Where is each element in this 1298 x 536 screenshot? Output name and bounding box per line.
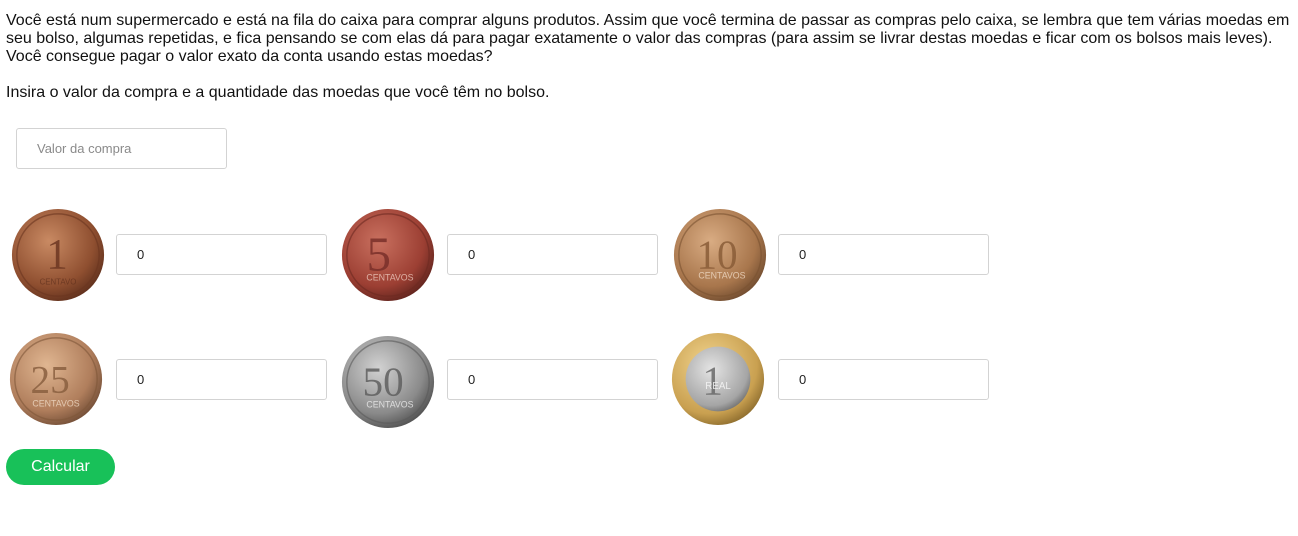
coin-5-centavos-icon: 5 CENTAVOS xyxy=(341,208,435,302)
coin-1-real-icon: 1 REAL xyxy=(671,332,765,426)
calcular-button[interactable]: Calcular xyxy=(6,449,115,485)
svg-text:CENTAVOS: CENTAVOS xyxy=(32,398,79,408)
qty-5-centavos-input[interactable] xyxy=(447,234,658,275)
qty-50-centavos-input[interactable] xyxy=(447,359,658,400)
coin-25-centavos-icon: 25 CENTAVOS xyxy=(9,332,103,426)
svg-text:CENTAVOS: CENTAVOS xyxy=(698,271,745,281)
problem-description: Você está num supermercado e está na fil… xyxy=(6,12,1290,65)
svg-text:CENTAVO: CENTAVO xyxy=(40,277,77,286)
svg-text:CENTAVOS: CENTAVOS xyxy=(366,272,413,282)
svg-text:CENTAVOS: CENTAVOS xyxy=(366,399,413,409)
svg-text:25: 25 xyxy=(31,359,70,402)
svg-text:1: 1 xyxy=(46,232,68,279)
qty-1-centavo-input[interactable] xyxy=(116,234,327,275)
coin-1-centavo-icon: 1 CENTAVO xyxy=(11,208,105,302)
qty-1-real-input[interactable] xyxy=(778,359,989,400)
coin-10-centavos-icon: 10 CENTAVOS xyxy=(673,208,767,302)
svg-text:50: 50 xyxy=(363,359,404,405)
valor-compra-input[interactable] xyxy=(16,128,227,169)
qty-10-centavos-input[interactable] xyxy=(778,234,989,275)
svg-text:REAL: REAL xyxy=(705,381,731,392)
instructions: Insira o valor da compra e a quantidade … xyxy=(6,84,550,101)
qty-25-centavos-input[interactable] xyxy=(116,359,327,400)
coin-50-centavos-icon: 50 CENTAVOS xyxy=(341,335,435,429)
